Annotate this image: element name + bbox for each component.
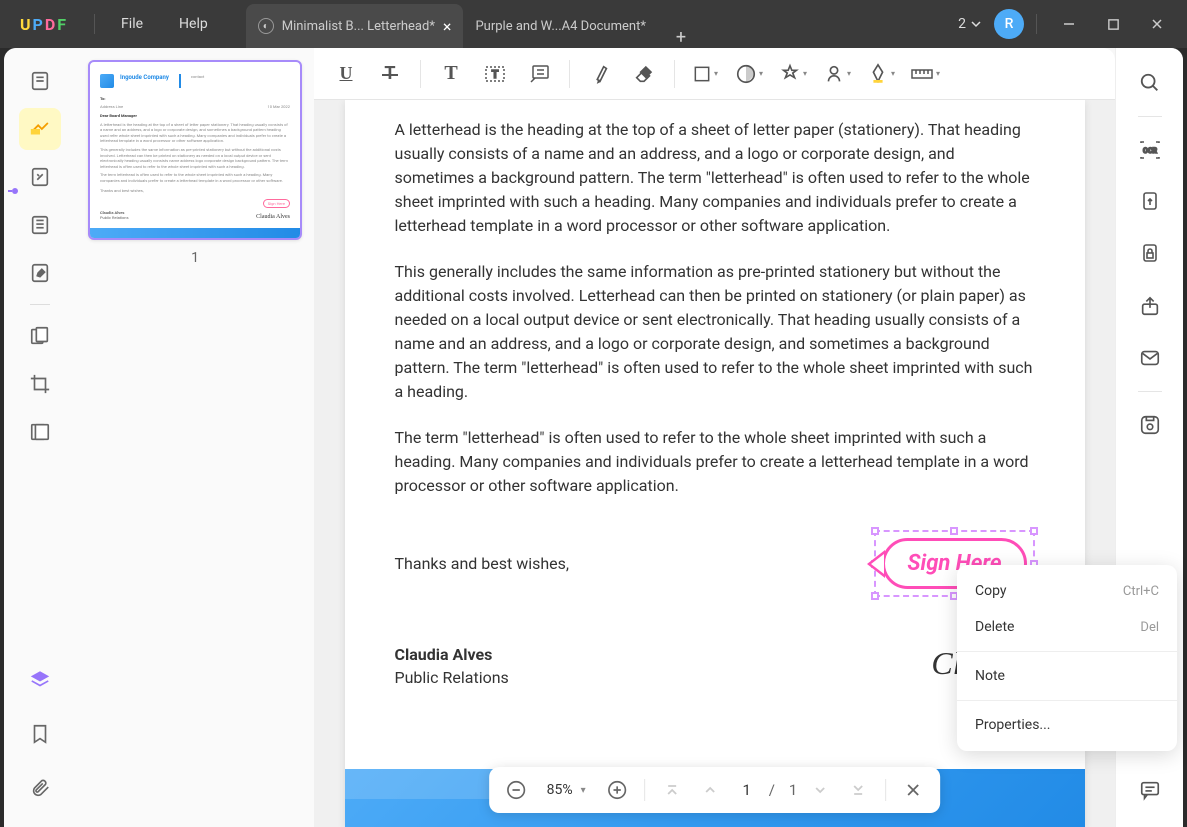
- email-button[interactable]: [1131, 339, 1169, 377]
- author-name: Claudia Alves: [395, 645, 509, 664]
- sign-stamp-thumb: Sign Here: [263, 199, 290, 208]
- prev-page-button[interactable]: [695, 775, 725, 805]
- titlebar: UPDF File Help ◐ Minimalist B... Letterh…: [0, 0, 1187, 48]
- close-icon[interactable]: ×: [443, 17, 452, 36]
- attachment-tool[interactable]: [19, 767, 61, 809]
- window-count[interactable]: 2: [950, 16, 990, 32]
- crop-tool[interactable]: [19, 363, 61, 405]
- zoom-in-button[interactable]: [602, 775, 632, 805]
- callout-tool[interactable]: [519, 54, 559, 94]
- company-name: Ingoude Company: [120, 74, 169, 81]
- strikethrough-tool[interactable]: T: [370, 54, 410, 94]
- organize-tool[interactable]: [19, 315, 61, 357]
- pages-tool[interactable]: [19, 204, 61, 246]
- page-total: 1: [783, 781, 797, 799]
- new-tab-button[interactable]: +: [658, 27, 704, 48]
- context-menu: Copy Ctrl+C Delete Del Note Properties..…: [957, 565, 1177, 751]
- tab-inactive[interactable]: Purple and W...A4 Document*: [463, 4, 657, 48]
- separator: [957, 651, 1177, 652]
- separator: [957, 700, 1177, 701]
- closing-text: Thanks and best wishes,: [395, 554, 570, 573]
- author-role: Public Relations: [395, 668, 509, 687]
- annotation-toolbar: U T T T ▾ ▾ ▾ ▾ ▾ ▾: [314, 48, 1115, 100]
- svg-text:T: T: [492, 68, 499, 81]
- next-page-button[interactable]: [805, 775, 835, 805]
- zoom-value[interactable]: 85%▾: [539, 782, 594, 798]
- eraser-tool[interactable]: [624, 54, 664, 94]
- comment-tool[interactable]: [19, 108, 61, 150]
- highlight-color-tool[interactable]: ▾: [861, 54, 901, 94]
- tabs-container: ◐ Minimalist B... Letterhead* × Purple a…: [246, 0, 704, 48]
- textbox-tool[interactable]: T: [475, 54, 515, 94]
- layers-tool[interactable]: [19, 659, 61, 701]
- thumb-footer: [90, 228, 300, 238]
- stamp-tool[interactable]: ▾: [773, 54, 813, 94]
- thumb-text: To: Address Line10 Mar 2022 Dear Board M…: [100, 96, 290, 193]
- shape-tool[interactable]: ▾: [685, 54, 725, 94]
- close-pager-button[interactable]: [898, 775, 928, 805]
- app-logo: UPDF: [0, 15, 86, 34]
- tab-title: Minimalist B... Letterhead*: [282, 19, 435, 34]
- underline-tool[interactable]: U: [326, 54, 366, 94]
- tab-active[interactable]: ◐ Minimalist B... Letterhead* ×: [246, 4, 464, 48]
- paragraph: This generally includes the same informa…: [395, 260, 1035, 404]
- save-button[interactable]: [1131, 406, 1169, 444]
- indicator-dot: [12, 188, 18, 194]
- menu-delete[interactable]: Delete Del: [957, 609, 1177, 645]
- comment-panel-button[interactable]: [1131, 771, 1169, 809]
- menu-copy[interactable]: Copy Ctrl+C: [957, 573, 1177, 609]
- logo-icon: [100, 74, 114, 88]
- minimize-button[interactable]: [1049, 4, 1089, 44]
- menu-properties[interactable]: Properties...: [957, 707, 1177, 743]
- sticker-tool[interactable]: ▾: [729, 54, 769, 94]
- page-input[interactable]: [733, 781, 761, 799]
- pencil-tool[interactable]: [580, 54, 620, 94]
- avatar[interactable]: R: [994, 9, 1024, 39]
- share-button[interactable]: [1131, 287, 1169, 325]
- signature-thumb: Claudia Alves: [256, 214, 290, 220]
- sidebar-left: [4, 48, 76, 827]
- arrow-icon: [867, 550, 885, 578]
- paragraph: The term "letterhead" is often used to r…: [395, 426, 1035, 498]
- menu-note[interactable]: Note: [957, 658, 1177, 694]
- sidebar-bottom: [19, 659, 61, 827]
- measure-tool[interactable]: ▾: [905, 54, 945, 94]
- doc-icon: ◐: [258, 18, 274, 34]
- text-tool[interactable]: T: [431, 54, 471, 94]
- bookmark-tool[interactable]: [19, 713, 61, 755]
- compare-tool[interactable]: [19, 411, 61, 453]
- titlebar-right: 2 R: [950, 4, 1187, 44]
- last-page-button[interactable]: [843, 775, 873, 805]
- thumbnails-panel: Ingoude Company contact To: Address Line…: [76, 48, 314, 827]
- reader-tool[interactable]: [19, 60, 61, 102]
- separator: [1036, 14, 1037, 34]
- menu-help[interactable]: Help: [161, 16, 226, 32]
- tab-title: Purple and W...A4 Document*: [475, 19, 645, 34]
- page-number: 1: [88, 250, 302, 266]
- signature-tool[interactable]: ▾: [817, 54, 857, 94]
- main-area: Ingoude Company contact To: Address Line…: [4, 48, 1183, 827]
- protect-button[interactable]: [1131, 235, 1169, 273]
- convert-button[interactable]: [1131, 183, 1169, 221]
- search-button[interactable]: [1131, 64, 1169, 102]
- separator: [94, 14, 95, 34]
- edit-tool[interactable]: [19, 156, 61, 198]
- page-separator: /: [769, 781, 775, 799]
- paragraph: A letterhead is the heading at the top o…: [395, 118, 1035, 238]
- ocr-button[interactable]: OCR: [1131, 131, 1169, 169]
- divider: [30, 304, 50, 305]
- form-tool[interactable]: [19, 252, 61, 294]
- maximize-button[interactable]: [1093, 4, 1133, 44]
- first-page-button[interactable]: [657, 775, 687, 805]
- page-controls: 85%▾ / 1: [489, 767, 941, 813]
- zoom-out-button[interactable]: [501, 775, 531, 805]
- page-thumbnail[interactable]: Ingoude Company contact To: Address Line…: [88, 60, 302, 240]
- menu-file[interactable]: File: [103, 16, 161, 32]
- close-button[interactable]: [1137, 4, 1177, 44]
- svg-text:OCR: OCR: [1143, 147, 1157, 155]
